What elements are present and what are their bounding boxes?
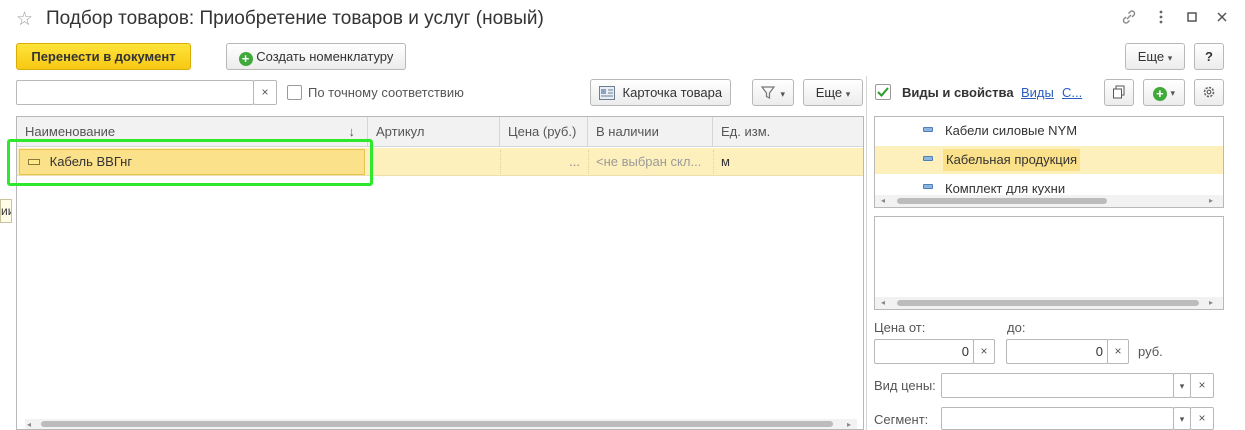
link-types[interactable]: Виды	[1021, 85, 1054, 100]
price-to-clear-button[interactable]: ×	[1107, 339, 1129, 364]
scroll-left-icon[interactable]: ◂	[27, 420, 31, 429]
side-tooltip: ии	[0, 199, 12, 223]
add-menu-button[interactable]: + ▾	[1143, 79, 1185, 106]
scrollbar-thumb[interactable]	[897, 300, 1199, 306]
column-header-price[interactable]: Цена (руб.)	[500, 117, 588, 147]
segment-select[interactable]	[941, 407, 1174, 430]
highlight-frame	[7, 139, 373, 186]
row-stock-cell: <не выбран скл...	[596, 154, 702, 169]
copy-icon	[1113, 85, 1125, 99]
exact-match-label: По точному соответствию	[308, 85, 464, 100]
copy-button[interactable]	[1104, 79, 1134, 106]
favorite-star-icon[interactable]: ☆	[16, 8, 33, 31]
gear-icon	[1203, 86, 1215, 98]
filter-icon	[760, 83, 777, 108]
checkmark-icon	[877, 87, 889, 97]
window-title: Подбор товаров: Приобретение товаров и у…	[46, 8, 544, 29]
table-more-label: Еще	[815, 85, 843, 100]
scroll-left-icon[interactable]: ◂	[881, 298, 885, 307]
more-options-icon[interactable]	[1150, 9, 1172, 31]
segment-clear-button[interactable]: ×	[1190, 407, 1214, 430]
dropdown-caret-icon: ▾	[1170, 88, 1176, 98]
product-card-button[interactable]: Карточка товара	[590, 79, 731, 106]
dropdown-caret-icon: ▾	[780, 89, 786, 99]
kinds-tree[interactable]: Кабели силовые NYM Кабельная продукция К…	[874, 116, 1224, 208]
props-horizontal-scrollbar[interactable]: ◂ ▸	[875, 297, 1223, 309]
currency-label: руб.	[1138, 344, 1163, 359]
row-article-cell	[368, 148, 500, 176]
scrollbar-thumb[interactable]	[41, 421, 833, 427]
scroll-right-icon[interactable]: ▸	[847, 420, 851, 429]
column-header-label: Наименование	[25, 124, 116, 139]
price-type-dropdown-button[interactable]: ▾	[1173, 373, 1191, 398]
create-nomenclature-label: Создать номенклатуру	[256, 49, 394, 64]
scrollbar-thumb[interactable]	[897, 198, 1107, 204]
scroll-right-icon[interactable]: ▸	[1209, 298, 1213, 307]
price-to-label: до:	[1007, 320, 1026, 335]
dropdown-caret-icon: ▾	[1179, 414, 1185, 424]
more-menu-label: Еще	[1137, 49, 1165, 64]
props-checkbox[interactable]	[875, 84, 891, 100]
price-type-select[interactable]	[941, 373, 1174, 398]
table-more-button[interactable]: Еще ▾	[803, 79, 863, 106]
segment-dropdown-button[interactable]: ▾	[1173, 407, 1191, 430]
search-input[interactable]	[16, 80, 254, 105]
price-to-input[interactable]: 0	[1006, 339, 1108, 364]
tree-item-icon	[923, 156, 933, 161]
help-button[interactable]: ?	[1194, 43, 1224, 70]
link-c[interactable]: С...	[1062, 85, 1082, 100]
tree-item-icon	[923, 127, 933, 132]
properties-list[interactable]: ◂ ▸	[874, 216, 1224, 310]
transfer-to-document-button[interactable]: Перенести в документ	[16, 43, 191, 70]
add-circle-icon: +	[238, 52, 253, 66]
column-header-stock[interactable]: В наличии	[588, 117, 713, 147]
create-nomenclature-button[interactable]: + Создать номенклатуру	[226, 43, 406, 70]
tree-item-selected[interactable]: Кабельная продукция	[943, 149, 1081, 171]
dropdown-caret-icon: ▾	[1179, 381, 1185, 391]
column-header-unit[interactable]: Ед. изм.	[713, 117, 863, 147]
close-icon[interactable]	[1211, 9, 1233, 31]
product-card-label: Карточка товара	[622, 85, 723, 100]
price-type-clear-button[interactable]: ×	[1190, 373, 1214, 398]
dropdown-caret-icon: ▾	[1167, 53, 1173, 63]
link-icon[interactable]	[1118, 9, 1140, 31]
props-label: Виды и свойства	[902, 85, 1014, 100]
add-circle-icon: +	[1152, 87, 1167, 101]
row-unit-cell: м	[721, 154, 730, 169]
maximize-icon[interactable]	[1181, 9, 1203, 31]
scroll-left-icon[interactable]: ◂	[881, 196, 885, 205]
panel-divider	[866, 76, 867, 430]
filter-button[interactable]: ▾	[752, 79, 794, 106]
segment-label: Сегмент:	[874, 412, 929, 427]
more-menu-button[interactable]: Еще ▾	[1125, 43, 1185, 70]
price-type-label: Вид цены:	[874, 378, 936, 393]
settings-button[interactable]	[1194, 79, 1224, 106]
row-price-cell[interactable]: ...	[500, 148, 588, 176]
tree-horizontal-scrollbar[interactable]: ◂ ▸	[875, 195, 1223, 207]
table-horizontal-scrollbar[interactable]: ◂ ▸	[25, 419, 857, 429]
search-clear-button[interactable]: ×	[253, 80, 277, 105]
tree-item-icon	[923, 184, 933, 189]
price-from-input[interactable]: 0	[874, 339, 974, 364]
scroll-right-icon[interactable]: ▸	[1209, 196, 1213, 205]
column-header-article[interactable]: Артикул	[368, 117, 500, 147]
dropdown-caret-icon: ▾	[845, 89, 851, 99]
product-card-icon	[598, 83, 615, 108]
price-from-clear-button[interactable]: ×	[973, 339, 995, 364]
price-from-label: Цена от:	[874, 320, 926, 335]
exact-match-checkbox[interactable]	[287, 85, 302, 100]
tree-item[interactable]: Кабели силовые NYM	[945, 120, 1077, 142]
